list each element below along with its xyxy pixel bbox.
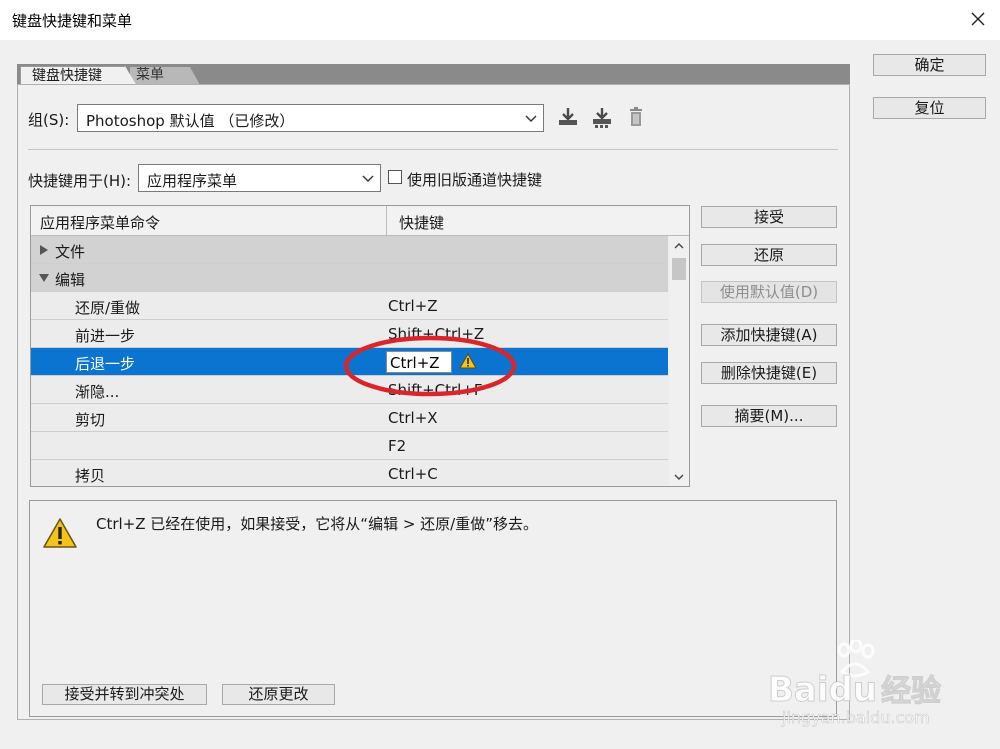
set-select[interactable]: Photoshop 默认值 （已修改） xyxy=(77,104,544,132)
separator xyxy=(28,149,838,150)
legacy-channel-label: 使用旧版通道快捷键 xyxy=(407,171,543,189)
tab-menu[interactable]: 菜单 xyxy=(130,67,200,85)
warning-icon xyxy=(43,518,77,548)
row-shortcut: Ctrl+X xyxy=(388,409,438,427)
delete-shortcut-button[interactable]: 删除快捷键(E) xyxy=(701,362,837,384)
use-default-button[interactable]: 使用默认值(D) xyxy=(701,281,837,303)
row-command: 编辑 xyxy=(55,271,86,289)
shortcut-edit-value: Ctrl+Z xyxy=(390,354,440,372)
add-shortcut-button[interactable]: 添加快捷键(A) xyxy=(701,324,837,346)
shortcuts-for-label: 快捷键用于(H): xyxy=(28,172,132,190)
column-header-shortcut: 快捷键 xyxy=(399,214,445,232)
table-row[interactable]: 还原/重做 Ctrl+Z xyxy=(31,292,668,320)
save-as-icon xyxy=(593,108,611,128)
row-command: 前进一步 xyxy=(75,327,136,345)
column-divider[interactable] xyxy=(386,206,387,235)
row-shortcut: Shift+Ctrl+F xyxy=(388,381,483,399)
table-row[interactable]: 拷贝 Ctrl+C xyxy=(31,460,668,486)
row-command: 剪切 xyxy=(75,411,106,429)
close-button[interactable] xyxy=(962,4,994,34)
undo-button[interactable]: 还原 xyxy=(701,244,837,266)
accept-button[interactable]: 接受 xyxy=(701,206,837,228)
trash-icon xyxy=(630,107,642,126)
save-set-button[interactable] xyxy=(556,105,580,129)
scrollbar-thumb[interactable] xyxy=(672,258,686,280)
warning-icon xyxy=(459,353,477,369)
table-row-group-edit[interactable]: 编辑 xyxy=(31,264,668,292)
shortcut-edit-field[interactable]: Ctrl+Z xyxy=(386,351,452,373)
row-command: 渐隐... xyxy=(75,383,120,401)
scroll-up-icon[interactable] xyxy=(674,242,684,249)
table-row-selected[interactable]: 后退一步 Ctrl+Z xyxy=(31,348,668,376)
shortcuts-for-value: 应用程序菜单 xyxy=(147,172,238,190)
table-row[interactable]: 前进一步 Shift+Ctrl+Z xyxy=(31,320,668,348)
delete-set-button[interactable] xyxy=(625,106,649,130)
undo-changes-button[interactable]: 还原更改 xyxy=(222,684,335,705)
set-label: 组(S): xyxy=(28,111,70,129)
row-shortcut: Shift+Ctrl+Z xyxy=(388,325,485,343)
table-row-group-file[interactable]: 文件 xyxy=(31,236,668,264)
accept-goto-conflict-button[interactable]: 接受并转到冲突处 xyxy=(42,684,207,705)
save-set-as-button[interactable] xyxy=(590,105,614,129)
summary-button[interactable]: 摘要(M)... xyxy=(701,405,837,427)
tab-keyboard-shortcuts[interactable]: 键盘快捷键 xyxy=(20,66,137,86)
window-title: 键盘快捷键和菜单 xyxy=(12,12,133,30)
scroll-down-icon[interactable] xyxy=(674,474,684,481)
title-bar xyxy=(0,0,1000,40)
row-command: 后退一步 xyxy=(75,355,136,373)
shortcuts-table: 应用程序菜单命令 快捷键 文件 编辑 还原/重做 Ctrl+Z 前进一步 Shi… xyxy=(30,205,690,487)
legacy-channel-checkbox[interactable] xyxy=(388,170,402,184)
table-scrollbar[interactable] xyxy=(669,236,689,486)
table-row[interactable]: 剪切 Ctrl+X xyxy=(31,404,668,432)
row-command: 文件 xyxy=(55,243,86,261)
table-header: 应用程序菜单命令 快捷键 xyxy=(31,206,689,236)
reset-button[interactable]: 复位 xyxy=(873,97,986,119)
row-command: 还原/重做 xyxy=(75,299,141,317)
conflict-message-text: Ctrl+Z 已经在使用，如果接受，它将从“编辑 > 还原/重做”移去。 xyxy=(96,515,539,533)
chevron-down-icon xyxy=(362,175,374,182)
table-row[interactable]: F2 xyxy=(31,432,668,460)
row-shortcut: Ctrl+Z xyxy=(388,297,438,315)
watermark-brand-cn: 经验 xyxy=(881,674,942,710)
column-header-command: 应用程序菜单命令 xyxy=(40,214,161,232)
close-icon xyxy=(971,12,985,26)
collapse-down-icon[interactable] xyxy=(39,273,49,283)
chevron-down-icon xyxy=(525,115,537,122)
shortcuts-for-select[interactable]: 应用程序菜单 xyxy=(138,164,381,192)
save-set-icon xyxy=(559,108,577,125)
conflict-message-box: Ctrl+Z 已经在使用，如果接受，它将从“编辑 > 还原/重做”移去。 接受并… xyxy=(29,500,837,717)
row-shortcut: F2 xyxy=(388,437,407,455)
table-row[interactable]: 渐隐... Shift+Ctrl+F xyxy=(31,376,668,404)
ok-button[interactable]: 确定 xyxy=(873,54,986,76)
row-command: 拷贝 xyxy=(75,467,106,485)
row-shortcut: Ctrl+C xyxy=(388,465,438,483)
expand-right-icon[interactable] xyxy=(39,245,49,255)
set-select-value: Photoshop 默认值 （已修改） xyxy=(86,112,295,130)
